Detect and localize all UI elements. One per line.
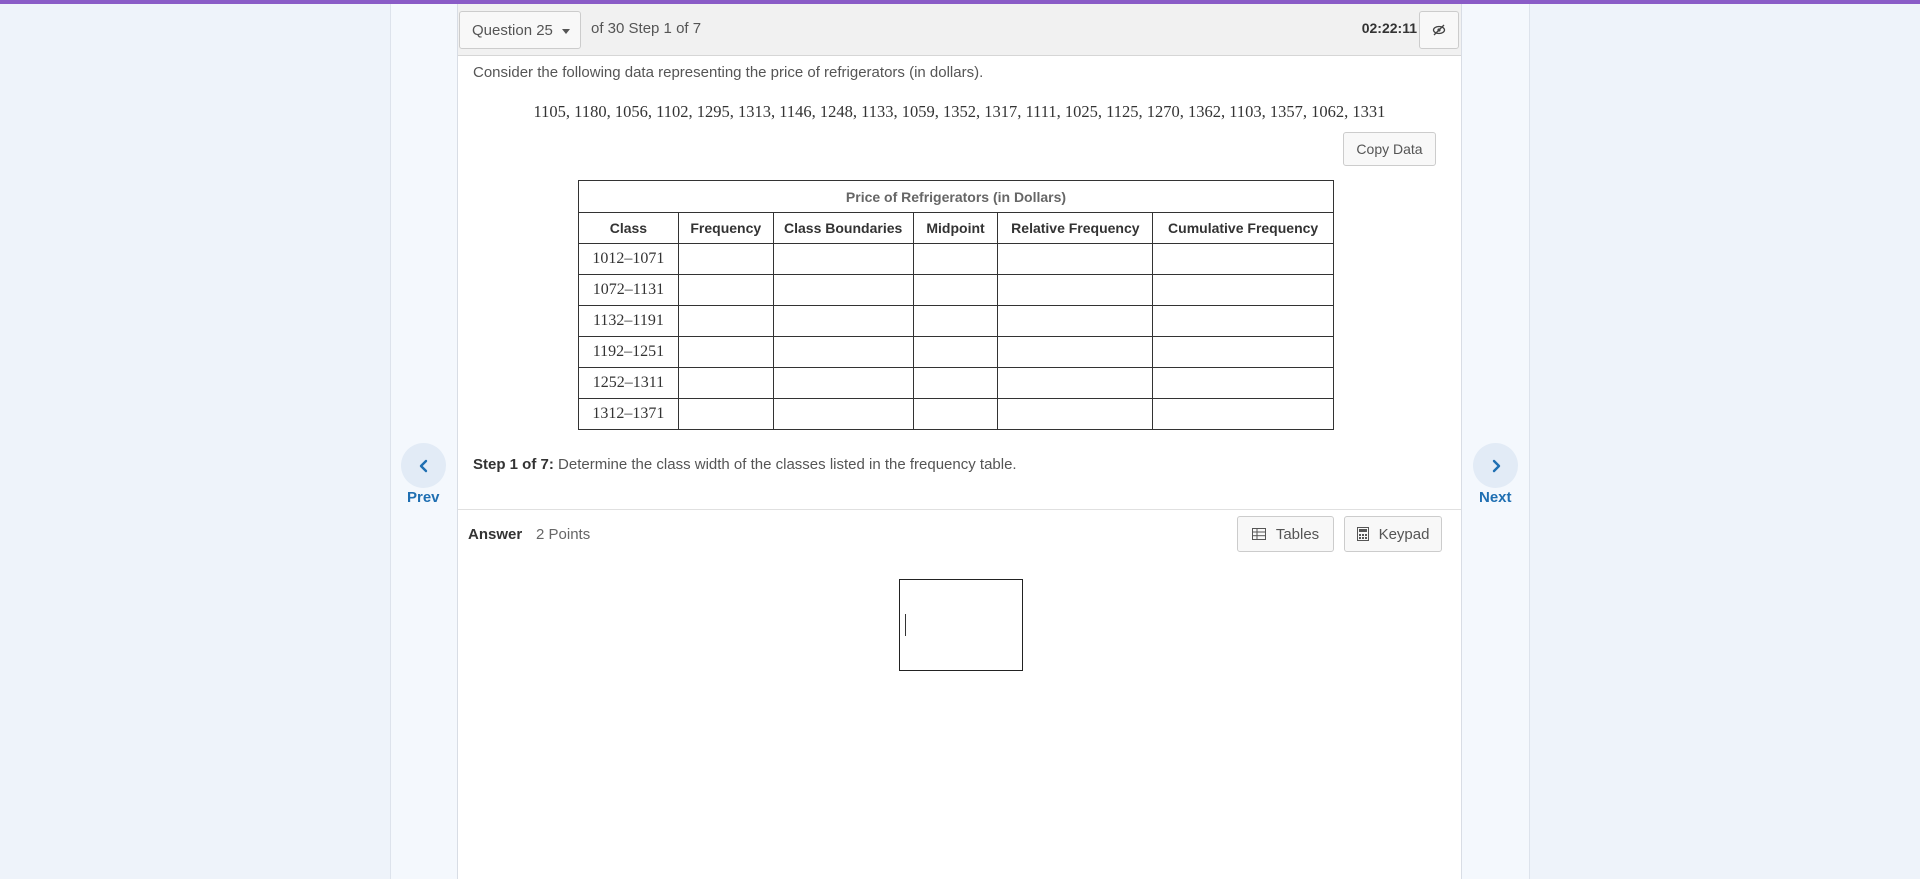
class-boundaries-cell	[772, 336, 914, 368]
question-intro: Consider the following data representing…	[473, 64, 984, 81]
question-select[interactable]: Question 25	[459, 11, 581, 49]
class-boundaries-cell	[772, 305, 914, 337]
dataset-values: 1105, 1180, 1056, 1102, 1295, 1313, 1146…	[533, 102, 1386, 121]
frequency-cell	[677, 274, 774, 306]
table-caption: Price of Refrigerators (in Dollars)	[578, 180, 1334, 213]
relative-frequency-cell	[997, 336, 1154, 368]
midpoint-cell	[912, 305, 999, 337]
midpoint-cell	[912, 336, 999, 368]
table-row: 1192–1251	[578, 336, 1334, 368]
left-side-column	[390, 4, 457, 879]
question-panel: Question 25 of 30 Step 1 of 7 02:22:11 C…	[457, 4, 1462, 879]
keypad-button[interactable]: Keypad	[1344, 516, 1442, 552]
timer: 02:22:11	[1361, 20, 1417, 36]
answer-label: Answer	[468, 526, 523, 543]
step-instruction: Step 1 of 7: Determine the class width o…	[473, 456, 1017, 473]
step-text: Determine the class width of the classes…	[553, 456, 1017, 473]
cumulative-frequency-cell	[1152, 398, 1334, 430]
frequency-cell	[677, 367, 774, 399]
class-cell: 1072–1131	[578, 274, 679, 306]
midpoint-cell	[912, 243, 999, 275]
tables-button[interactable]: Tables	[1237, 516, 1334, 552]
calculator-icon	[1356, 527, 1369, 541]
relative-frequency-cell	[997, 367, 1154, 399]
chevron-right-icon	[1492, 459, 1500, 472]
cumulative-frequency-cell	[1152, 305, 1334, 337]
points-label: 2 Points	[536, 526, 591, 543]
prev-label[interactable]: Prev	[407, 489, 440, 506]
answer-input[interactable]	[899, 579, 1023, 671]
relative-frequency-cell	[997, 274, 1154, 306]
table-row: 1312–1371	[578, 398, 1334, 430]
right-side-column	[1462, 4, 1530, 879]
col-header-cumulative-frequency: Cumulative Frequency	[1152, 212, 1334, 244]
keypad-label: Keypad	[1378, 525, 1430, 543]
class-cell: 1132–1191	[578, 305, 679, 337]
class-boundaries-cell	[772, 398, 914, 430]
frequency-cell	[677, 305, 774, 337]
answer-divider	[458, 509, 1461, 510]
frequency-cell	[677, 398, 774, 430]
cumulative-frequency-cell	[1152, 367, 1334, 399]
midpoint-cell	[912, 274, 999, 306]
col-header-relative-frequency: Relative Frequency	[997, 212, 1154, 244]
caret-down-icon	[561, 28, 570, 34]
cumulative-frequency-cell	[1152, 243, 1334, 275]
class-cell: 1012–1071	[578, 243, 679, 275]
frequency-cell	[677, 336, 774, 368]
cumulative-frequency-cell	[1152, 336, 1334, 368]
class-boundaries-cell	[772, 243, 914, 275]
question-select-value: Question 25	[472, 21, 553, 39]
frequency-cell	[677, 243, 774, 275]
relative-frequency-cell	[997, 305, 1154, 337]
table-row: 1072–1131	[578, 274, 1334, 306]
relative-frequency-cell	[997, 398, 1154, 430]
col-header-class-boundaries: Class Boundaries	[772, 212, 914, 244]
col-header-class: Class	[578, 212, 679, 244]
text-cursor	[905, 614, 906, 636]
tables-label: Tables	[1275, 525, 1320, 543]
hide-timer-button[interactable]	[1419, 11, 1459, 49]
next-button[interactable]	[1473, 443, 1518, 488]
table-row: 1132–1191	[578, 305, 1334, 337]
table-row: 1012–1071	[578, 243, 1334, 275]
class-cell: 1252–1311	[578, 367, 679, 399]
question-progress: of 30 Step 1 of 7	[591, 20, 702, 37]
col-header-midpoint: Midpoint	[912, 212, 999, 244]
class-boundaries-cell	[772, 367, 914, 399]
eye-slash-icon	[1432, 24, 1446, 36]
table-icon	[1251, 528, 1266, 540]
cumulative-frequency-cell	[1152, 274, 1334, 306]
class-cell: 1192–1251	[578, 336, 679, 368]
col-header-frequency: Frequency	[677, 212, 774, 244]
question-header: Question 25 of 30 Step 1 of 7 02:22:11	[458, 4, 1461, 56]
class-boundaries-cell	[772, 274, 914, 306]
prev-button[interactable]	[401, 443, 446, 488]
midpoint-cell	[912, 398, 999, 430]
copy-data-button[interactable]: Copy Data	[1343, 132, 1436, 166]
midpoint-cell	[912, 367, 999, 399]
frequency-table: Price of Refrigerators (in Dollars) Clas…	[578, 180, 1334, 430]
relative-frequency-cell	[997, 243, 1154, 275]
chevron-left-icon	[419, 459, 427, 472]
class-cell: 1312–1371	[578, 398, 679, 430]
next-label[interactable]: Next	[1479, 489, 1512, 506]
table-row: 1252–1311	[578, 367, 1334, 399]
step-label: Step 1 of 7:	[473, 456, 554, 473]
